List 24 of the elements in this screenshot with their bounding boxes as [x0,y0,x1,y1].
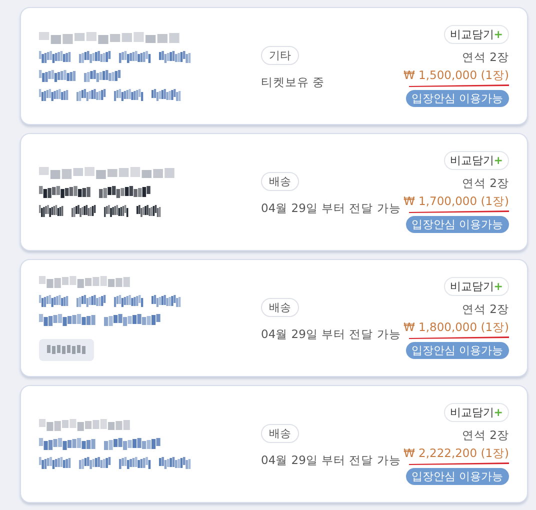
delivery-tag: 배송 [261,424,299,443]
delivery-tag: 배송 [261,172,299,191]
delivery-note: 티켓보유 중 [261,75,325,90]
compare-button[interactable]: 비교담기+ [444,403,509,422]
seat-count: 연석 2장 [462,428,509,443]
delivery-note: 04월 29일 부터 전달 가능 [261,201,401,216]
seat-count: 연석 2장 [462,50,509,65]
compare-button[interactable]: 비교담기+ [444,25,509,44]
price: ₩ 1,700,000 (1장) [404,194,509,209]
safe-entry-badge: 입장안심 이용가능 [406,90,509,107]
compare-button[interactable]: 비교담기+ [444,151,509,170]
price: ₩ 2,222,200 (1장) [404,446,509,461]
price: ₩ 1,500,000 (1장) [404,68,509,83]
price: ₩ 1,800,000 (1장) [404,320,509,335]
safe-entry-badge: 입장안심 이용가능 [406,216,509,233]
delivery-note: 04월 29일 부터 전달 가능 [261,327,401,342]
delivery-note: 04월 29일 부터 전달 가능 [261,453,401,468]
safe-entry-badge: 입장안심 이용가능 [406,342,509,359]
seat-count: 연석 2장 [462,302,509,317]
delivery-tag: 배송 [261,298,299,317]
compare-button[interactable]: 비교담기+ [444,277,509,296]
safe-entry-badge: 입장안심 이용가능 [406,468,509,485]
delivery-tag: 기타 [261,46,299,65]
seat-count: 연석 2장 [462,176,509,191]
